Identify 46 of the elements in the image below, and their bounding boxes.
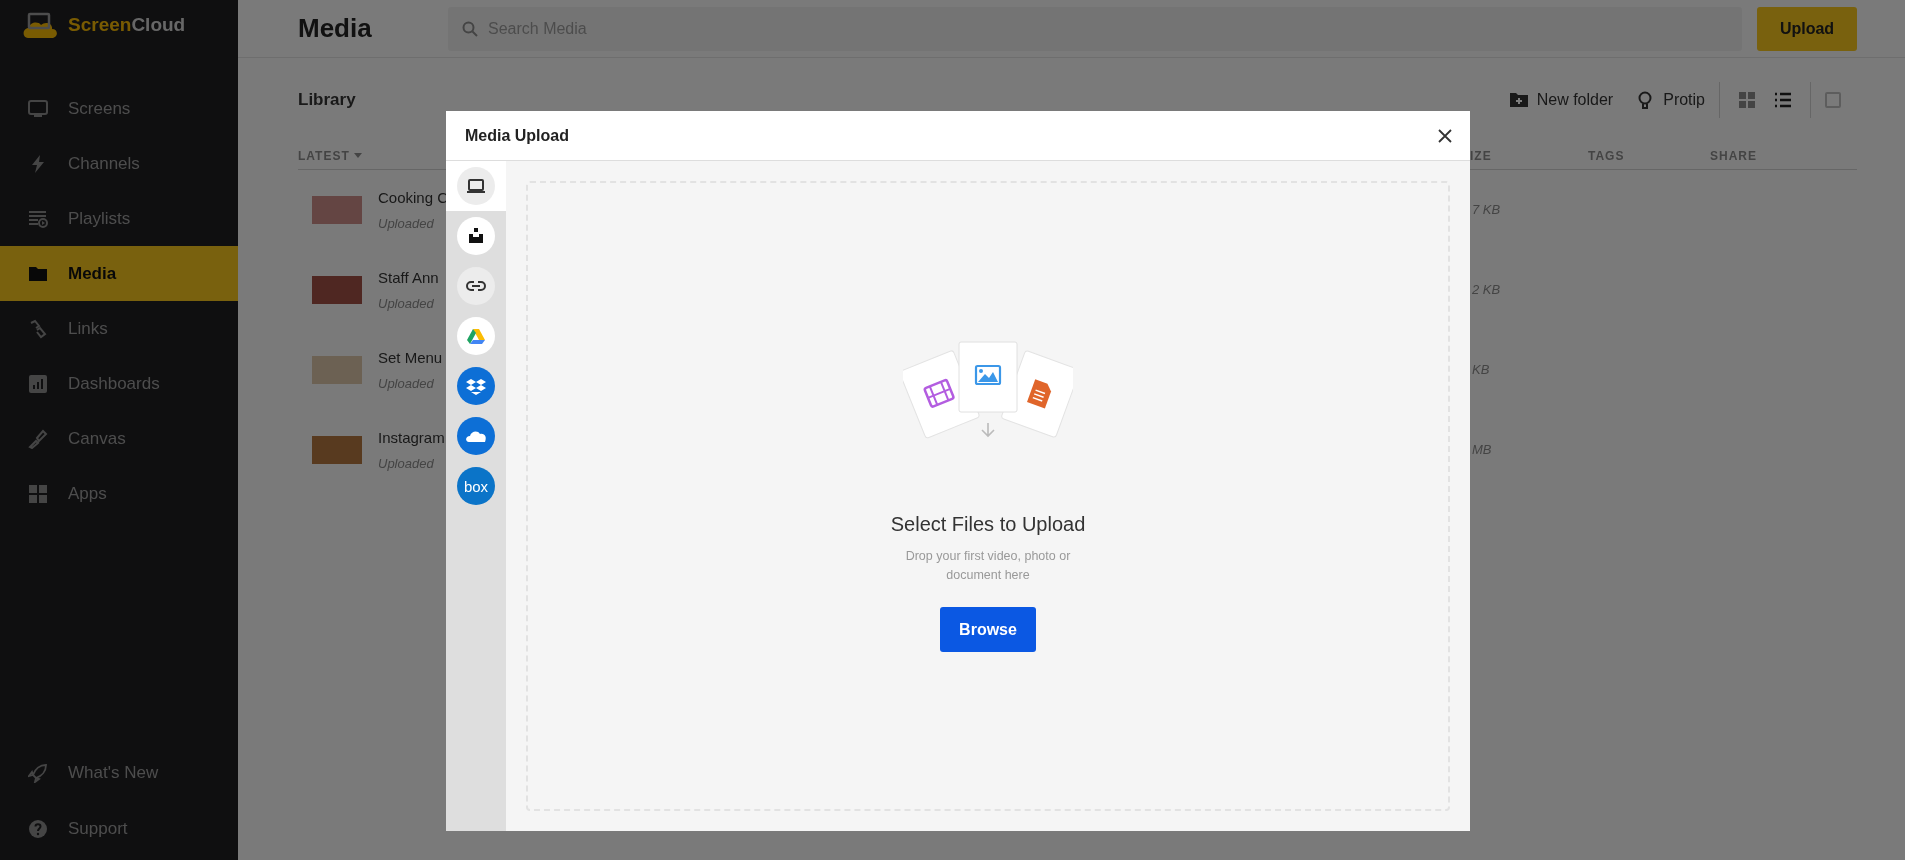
help-icon <box>28 819 48 839</box>
list-view-icon[interactable] <box>1774 91 1792 109</box>
source-button[interactable] <box>457 167 495 205</box>
playlist-icon <box>28 208 48 229</box>
section-title: Library <box>298 89 356 112</box>
nav-item[interactable]: Canvas <box>0 411 238 466</box>
source-button[interactable] <box>457 217 495 255</box>
search-icon <box>462 20 478 37</box>
select-all-checkbox[interactable] <box>1825 92 1841 108</box>
chain-link-icon <box>28 318 48 339</box>
folder-plus-icon <box>1508 90 1529 110</box>
protip-button[interactable]: Protip <box>1635 88 1705 112</box>
dropzone-description: Drop your first video, photo or document here <box>904 548 1072 584</box>
bar-chart-icon <box>28 373 48 394</box>
cloud-monitor-logo-icon <box>22 12 58 38</box>
new-folder-button[interactable]: New folder <box>1508 88 1614 112</box>
source-button[interactable] <box>457 267 495 305</box>
nav-item[interactable]: Media <box>0 246 238 301</box>
nav-item[interactable]: Support <box>0 801 238 857</box>
photo-placeholder <box>312 276 362 304</box>
app-grid-icon <box>28 483 48 504</box>
upload-button[interactable]: Upload <box>1757 6 1857 51</box>
browse-button[interactable]: Browse <box>940 607 1036 652</box>
photo-placeholder <box>312 196 362 224</box>
dialog-title: Media Upload <box>465 125 569 146</box>
close-icon[interactable] <box>1438 128 1452 143</box>
media-name: Set Menu <box>378 348 443 368</box>
nav-item[interactable]: Dashboards <box>0 356 238 411</box>
rocket-icon <box>28 763 48 783</box>
nav-item[interactable]: Screens <box>0 81 238 136</box>
page-title: Media <box>298 12 373 45</box>
nav-item[interactable]: Playlists <box>0 191 238 246</box>
caret-down-icon <box>353 153 362 158</box>
nav-item[interactable]: Links <box>0 301 238 356</box>
dropzone-title: Select Files to Upload <box>890 512 1086 537</box>
paintbrush-icon <box>28 428 48 449</box>
media-name: Instagram <box>378 428 445 448</box>
nav-item[interactable]: Channels <box>0 136 238 191</box>
photo-placeholder <box>312 436 362 464</box>
nav-item[interactable]: What's New <box>0 745 238 801</box>
nav-item[interactable]: Apps <box>0 466 238 521</box>
source-button[interactable]: box <box>457 467 495 505</box>
logo-text: ScreenCloud <box>68 13 186 37</box>
media-name: Staff Ann <box>378 268 439 288</box>
photo-placeholder <box>312 356 362 384</box>
monitor-icon <box>28 98 48 119</box>
